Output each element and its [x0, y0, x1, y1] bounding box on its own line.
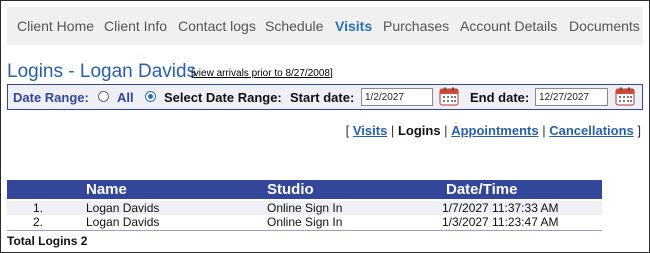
subnav-separator: | — [444, 123, 448, 138]
sub-navigation: [ Visits | Logins | Appointments | Cance… — [346, 123, 641, 138]
radio-select-label: Select Date Range: — [164, 90, 282, 105]
end-date-input[interactable] — [535, 88, 608, 106]
column-header-datetime: Date/Time — [446, 181, 518, 198]
view-arrivals-link-text: view arrivals prior to 8/27/2008 — [193, 68, 330, 79]
subnav-cancellations-link[interactable]: Cancellations — [549, 123, 634, 138]
radio-all-label: All — [117, 90, 134, 105]
start-date-label: Start date: — [290, 90, 355, 105]
tab-contact-logs[interactable]: Contact logs — [178, 18, 256, 34]
tab-documents[interactable]: Documents — [569, 18, 640, 34]
calendar-icon[interactable] — [615, 87, 635, 106]
page-title: Logins - Logan Davids — [7, 61, 197, 82]
tab-schedule[interactable]: Schedule — [265, 18, 323, 34]
row-datetime: 1/7/2027 11:37:33 AM — [442, 201, 559, 215]
bracket-close: ] — [329, 68, 333, 79]
subnav-visits-link[interactable]: Visits — [353, 123, 387, 138]
row-studio: Online Sign In — [267, 201, 343, 215]
table-divider — [7, 230, 602, 231]
row-name: Logan Davids — [86, 201, 160, 215]
column-header-studio: Studio — [267, 181, 314, 198]
view-arrivals-link[interactable]: [view arrivals prior to 8/27/2008] — [191, 68, 333, 79]
row-name: Logan Davids — [86, 215, 160, 229]
subnav-appointments-link[interactable]: Appointments — [451, 123, 538, 138]
page-frame: Client Home Client Info Contact logs Sch… — [0, 0, 650, 253]
table-row: 1. Logan Davids Online Sign In 1/7/2027 … — [7, 201, 602, 215]
tab-client-home[interactable]: Client Home — [17, 18, 94, 34]
start-date-input[interactable] — [361, 88, 433, 106]
calendar-icon[interactable] — [439, 87, 459, 106]
row-number: 1. — [33, 201, 44, 215]
tab-purchases[interactable]: Purchases — [383, 18, 449, 34]
subnav-separator: | — [542, 123, 546, 138]
radio-all[interactable] — [98, 91, 109, 102]
row-number: 2. — [33, 215, 44, 229]
tab-client-info[interactable]: Client Info — [104, 18, 167, 34]
column-header-name: Name — [86, 181, 127, 198]
date-range-label: Date Range: — [13, 90, 89, 105]
tab-bar: Client Home Client Info Contact logs Sch… — [7, 7, 643, 45]
radio-select-date-range[interactable] — [145, 91, 156, 102]
row-studio: Online Sign In — [267, 215, 343, 229]
logins-table-header: Name Studio Date/Time — [7, 180, 602, 199]
subnav-logins-current: Logins — [397, 123, 441, 138]
end-date-label: End date: — [470, 90, 530, 105]
tab-account-details[interactable]: Account Details — [460, 18, 557, 34]
date-range-bar: Date Range: All Select Date Range: Start… — [7, 84, 643, 110]
subnav-separator: | — [390, 123, 395, 138]
row-datetime: 1/3/2027 11:23:47 AM — [442, 215, 559, 229]
tab-visits[interactable]: Visits — [335, 18, 372, 34]
table-row: 2. Logan Davids Online Sign In 1/3/2027 … — [7, 215, 602, 229]
subnav-bracket-close: ] — [637, 123, 641, 138]
subnav-bracket-open: [ — [345, 123, 350, 138]
total-logins: Total Logins 2 — [7, 234, 88, 248]
